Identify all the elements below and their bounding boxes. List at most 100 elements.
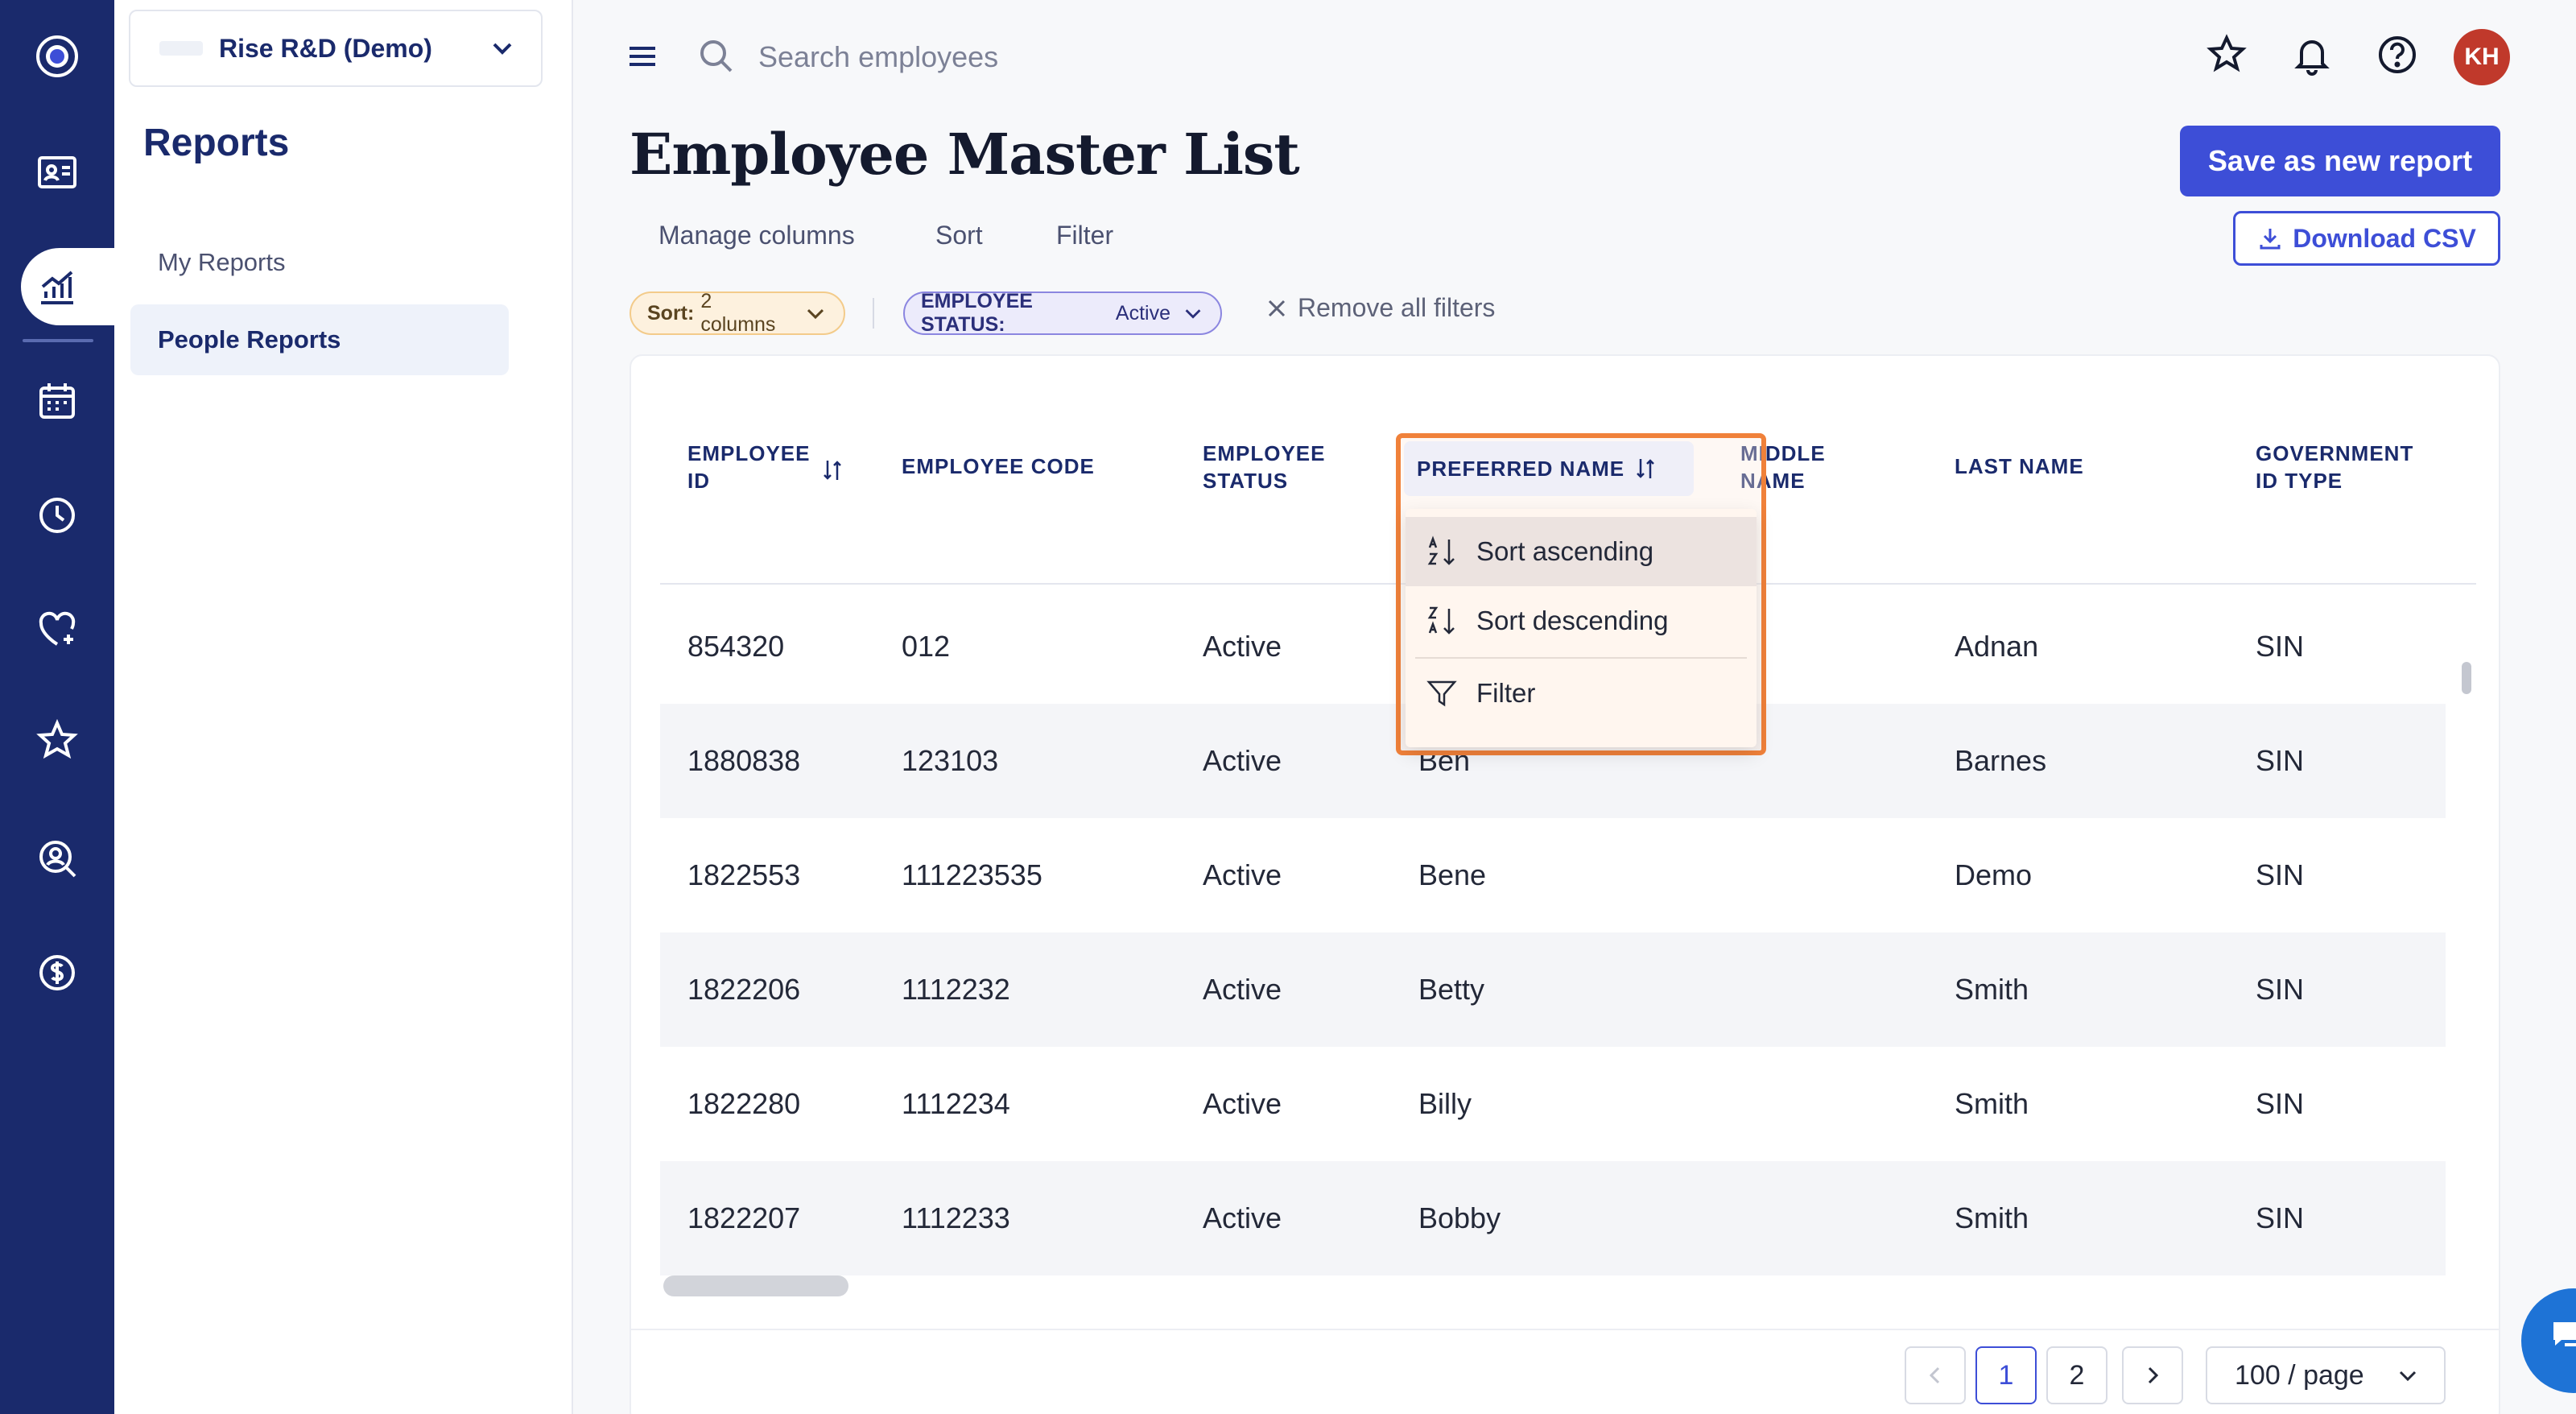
filter-option[interactable]: Filter (1406, 659, 1757, 728)
cell-employee-code: 111223535 (902, 858, 1042, 891)
chevron-down-icon (807, 308, 824, 320)
vertical-scrollbar[interactable] (2462, 662, 2471, 694)
app-rail (0, 0, 134, 1414)
cell-last-name: Smith (1955, 1201, 2029, 1234)
cell-last-name: Demo (1955, 858, 2033, 891)
page-size-select[interactable]: 100 / page (2206, 1346, 2446, 1404)
rail-divider (23, 339, 93, 342)
org-switcher[interactable]: Rise R&D (Demo) (129, 10, 543, 87)
search-input[interactable] (758, 31, 1322, 84)
sort-icon[interactable] (819, 457, 845, 483)
cell-government-id-type: SIN (2256, 858, 2305, 891)
chat-icon (2553, 1322, 2576, 1346)
remove-all-filters-label: Remove all filters (1298, 293, 1496, 322)
cell-preferred-name: Betty (1418, 973, 1485, 1006)
notifications-bell-icon[interactable] (2286, 29, 2338, 81)
cell-employee-id: 1880838 (687, 744, 801, 777)
cell-employee-status: Active (1203, 973, 1282, 1006)
col-header-employee-code[interactable]: EMPLOYEE CODE (902, 453, 1095, 480)
sort-ascending-label: Sort ascending (1476, 536, 1654, 566)
cell-government-id-type: SIN (2256, 1087, 2305, 1120)
top-bar: KH (575, 0, 2576, 113)
download-csv-label: Download CSV (2293, 223, 2476, 253)
search-icon (700, 40, 733, 72)
reports-icon[interactable] (28, 258, 86, 316)
cell-employee-code: 1112232 (902, 973, 1010, 1006)
favorites-star-icon[interactable] (2201, 29, 2252, 81)
chat-launcher[interactable] (2521, 1288, 2576, 1393)
sidebar-title: Reports (143, 122, 290, 164)
help-icon[interactable] (2372, 29, 2423, 81)
filter-button[interactable]: Filter (1056, 221, 1113, 250)
clock-icon[interactable] (28, 486, 86, 544)
calendar-icon[interactable] (28, 372, 86, 430)
cell-last-name: Smith (1955, 1087, 2029, 1120)
recruiting-search-icon[interactable] (28, 829, 86, 887)
col-header-employee-status[interactable]: EMPLOYEE STATUS (1203, 440, 1325, 494)
remove-all-filters-button[interactable]: Remove all filters (1265, 293, 1495, 323)
sort-ascending-option[interactable]: Sort ascending (1406, 517, 1757, 586)
sort-icon[interactable] (1633, 456, 1658, 482)
col-header-employee-id[interactable]: EMPLOYEE ID (687, 440, 810, 494)
manage-columns-button[interactable]: Manage columns (658, 221, 855, 250)
cell-preferred-name: Billy (1418, 1087, 1472, 1120)
cell-employee-id: 1822207 (687, 1201, 801, 1234)
sort-chip[interactable]: Sort: 2 columns (630, 290, 845, 336)
cell-employee-id: 1822206 (687, 973, 801, 1006)
chevron-right-icon (2148, 1366, 2159, 1384)
sort-button[interactable]: Sort (935, 221, 983, 250)
cell-government-id-type: SIN (2256, 1201, 2305, 1234)
sort-descending-option[interactable]: Sort descending (1406, 586, 1757, 655)
menu-icon[interactable] (625, 39, 660, 74)
app-logo-icon[interactable] (28, 27, 86, 85)
sort-descending-label: Sort descending (1476, 606, 1669, 635)
table-row[interactable]: 1822207 1112233 Active Bobby Smith SIN (660, 1161, 2446, 1275)
directory-icon[interactable] (28, 143, 86, 201)
next-page-button[interactable] (2122, 1346, 2183, 1404)
page-title: Employee Master List (630, 121, 1300, 188)
sort-ascending-icon (1427, 535, 1455, 565)
table-row[interactable]: 1822206 1112232 Active Betty Smith SIN (660, 932, 2446, 1047)
status-filter-chip[interactable]: EMPLOYEE STATUS: Active (903, 290, 1222, 336)
col-header-label: ID TYPE (2256, 469, 2343, 493)
horizontal-scrollbar[interactable] (663, 1275, 848, 1296)
prev-page-button[interactable] (1905, 1346, 1966, 1404)
download-csv-button[interactable]: Download CSV (2233, 211, 2500, 266)
cell-employee-status: Active (1203, 1087, 1282, 1120)
save-as-new-report-button[interactable]: Save as new report (2180, 126, 2500, 196)
cell-last-name: Smith (1955, 973, 2029, 1006)
cell-employee-id: 1822280 (687, 1087, 801, 1120)
sidebar-item-my-reports[interactable]: My Reports (130, 227, 509, 298)
table-row[interactable]: 1822280 1112234 Active Billy Smith SIN (660, 1047, 2446, 1161)
page-1-button[interactable]: 1 (1975, 1346, 2037, 1404)
sort-chip-key: Sort: (647, 301, 695, 325)
col-header-label: ID (687, 469, 710, 493)
col-header-label: EMPLOYEE (687, 441, 811, 465)
download-icon (2260, 229, 2281, 250)
table-row[interactable]: 1822553 111223535 Active Bene Demo SIN (660, 818, 2446, 932)
page-2-button[interactable]: 2 (2046, 1346, 2107, 1404)
cell-employee-code: 1112234 (902, 1087, 1010, 1120)
col-header-preferred-name[interactable]: PREFERRED NAME (1404, 441, 1694, 496)
star-icon[interactable] (28, 712, 86, 770)
status-chip-key: EMPLOYEE STATUS: (921, 290, 1033, 336)
chevron-down-icon (493, 43, 512, 55)
cell-employee-status: Active (1203, 1201, 1282, 1234)
org-name: Rise R&D (Demo) (219, 33, 432, 63)
footer-divider (631, 1329, 2499, 1330)
benefits-heart-icon[interactable] (28, 601, 86, 659)
col-header-label: EMPLOYEE (1203, 441, 1326, 465)
payroll-dollar-icon[interactable] (28, 944, 86, 1002)
page-size-value: 100 / page (2235, 1359, 2364, 1391)
user-avatar[interactable]: KH (2454, 29, 2510, 85)
cell-preferred-name: Bene (1418, 858, 1487, 891)
sidebar-item-people-reports[interactable]: People Reports (130, 304, 509, 375)
chevron-left-icon (1929, 1366, 1940, 1384)
org-flag-icon (159, 41, 203, 56)
col-header-last-name[interactable]: LAST NAME (1955, 453, 2084, 480)
column-menu: Sort ascending Sort descending Filter (1406, 509, 1757, 747)
cell-employee-code: 012 (902, 630, 951, 663)
cell-government-id-type: SIN (2256, 973, 2305, 1006)
col-header-government-id-type[interactable]: GOVERNMENT ID TYPE (2256, 440, 2413, 494)
filter-funnel-icon (1426, 680, 1457, 707)
